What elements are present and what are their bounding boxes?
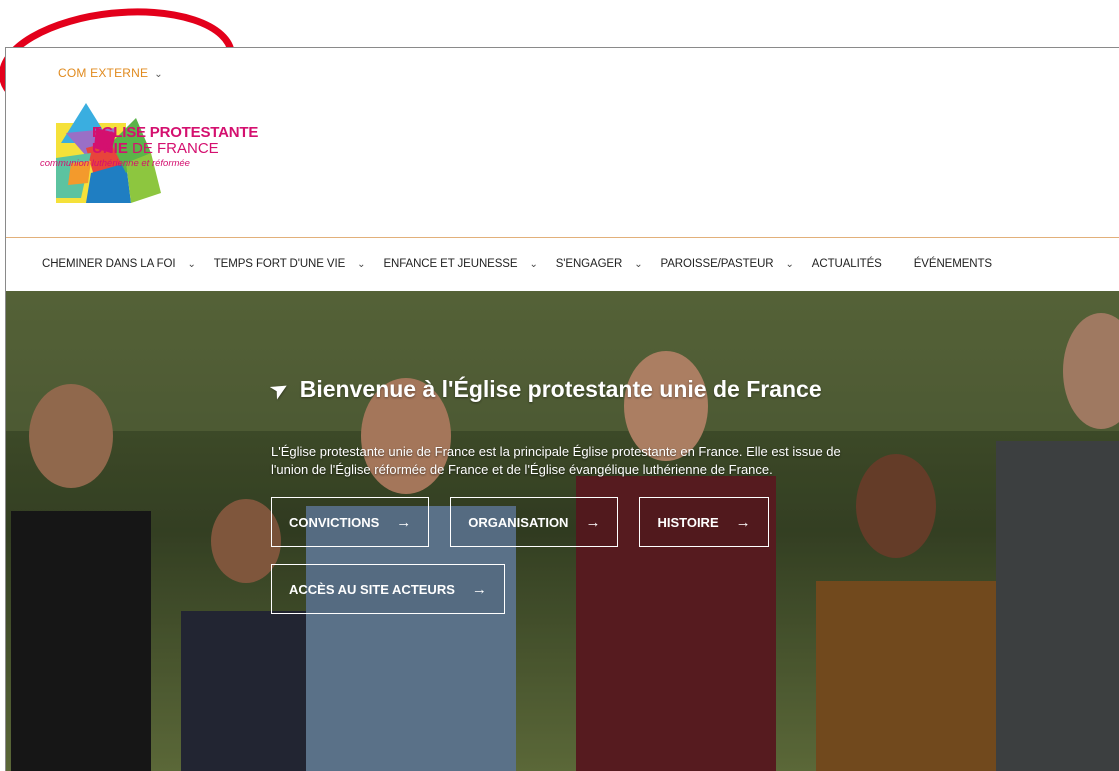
main-nav: CHEMINER DANS LA FOI ⌄ TEMPS FORT D'UNE V… xyxy=(42,258,1010,270)
histoire-button[interactable]: HISTOIRE → xyxy=(639,497,769,547)
acces-site-acteurs-button[interactable]: ACCÈS AU SITE ACTEURS → xyxy=(271,564,505,614)
browser-page: COM EXTERNE ⌄ EGLISE PROTESTANTE UNIE DE … xyxy=(5,47,1119,771)
chevron-down-icon: ⌄ xyxy=(785,258,794,270)
organisation-button[interactable]: ORGANISATION → xyxy=(450,497,619,547)
com-externe-label: COM EXTERNE xyxy=(58,66,149,80)
logo-line2: UNIE DE FRANCE xyxy=(92,140,219,157)
nav-item-temps-fort[interactable]: TEMPS FORT D'UNE VIE ⌄ xyxy=(214,258,366,270)
nav-item-actualites[interactable]: ACTUALITÉS xyxy=(812,258,882,270)
chevron-down-icon: ⌄ xyxy=(634,258,643,270)
logo-text: EGLISE PROTESTANTE UNIE DE FRANCE commun… xyxy=(40,124,259,170)
logo-tagline: communion luthérienne et réformée xyxy=(40,158,190,169)
arrow-right-icon: → xyxy=(471,580,487,598)
hero-title: ➤ Bienvenue à l'Église protestante unie … xyxy=(267,376,861,404)
nav-divider xyxy=(6,237,1119,238)
chevron-down-icon: ⌄ xyxy=(154,69,163,80)
nav-item-cheminer[interactable]: CHEMINER DANS LA FOI ⌄ xyxy=(42,258,196,270)
convictions-button[interactable]: CONVICTIONS → xyxy=(271,497,430,547)
hero-title-text: Bienvenue à l'Église protestante unie de… xyxy=(299,376,822,402)
nav-item-enfance[interactable]: ENFANCE ET JEUNESSE ⌄ xyxy=(383,258,537,270)
hero-button-row-2: ACCÈS AU SITE ACTEURS → xyxy=(271,564,861,614)
hero-content: ➤ Bienvenue à l'Église protestante unie … xyxy=(267,376,861,614)
hero-banner: ➤ Bienvenue à l'Église protestante unie … xyxy=(6,291,1119,771)
hero-description: L'Église protestante unie de France est … xyxy=(271,444,841,477)
hero-button-row: CONVICTIONS → ORGANISATION → HISTOIRE → xyxy=(271,497,861,547)
arrow-right-icon: → xyxy=(735,513,751,531)
nav-item-paroisse[interactable]: PAROISSE/PASTEUR ⌄ xyxy=(661,258,794,270)
chevron-down-icon: ⌄ xyxy=(529,258,538,270)
logo-line1: EGLISE PROTESTANTE xyxy=(92,124,259,141)
nav-item-evenements[interactable]: ÉVÉNEMENTS xyxy=(914,258,992,270)
chevron-down-icon: ⌄ xyxy=(357,258,366,270)
nav-item-sengager[interactable]: S'ENGAGER ⌄ xyxy=(556,258,643,270)
chevron-down-icon: ⌄ xyxy=(187,258,196,270)
com-externe-menu[interactable]: COM EXTERNE ⌄ xyxy=(58,66,163,80)
arrow-right-icon: → xyxy=(396,513,412,531)
arrow-right-icon: → xyxy=(585,513,601,531)
